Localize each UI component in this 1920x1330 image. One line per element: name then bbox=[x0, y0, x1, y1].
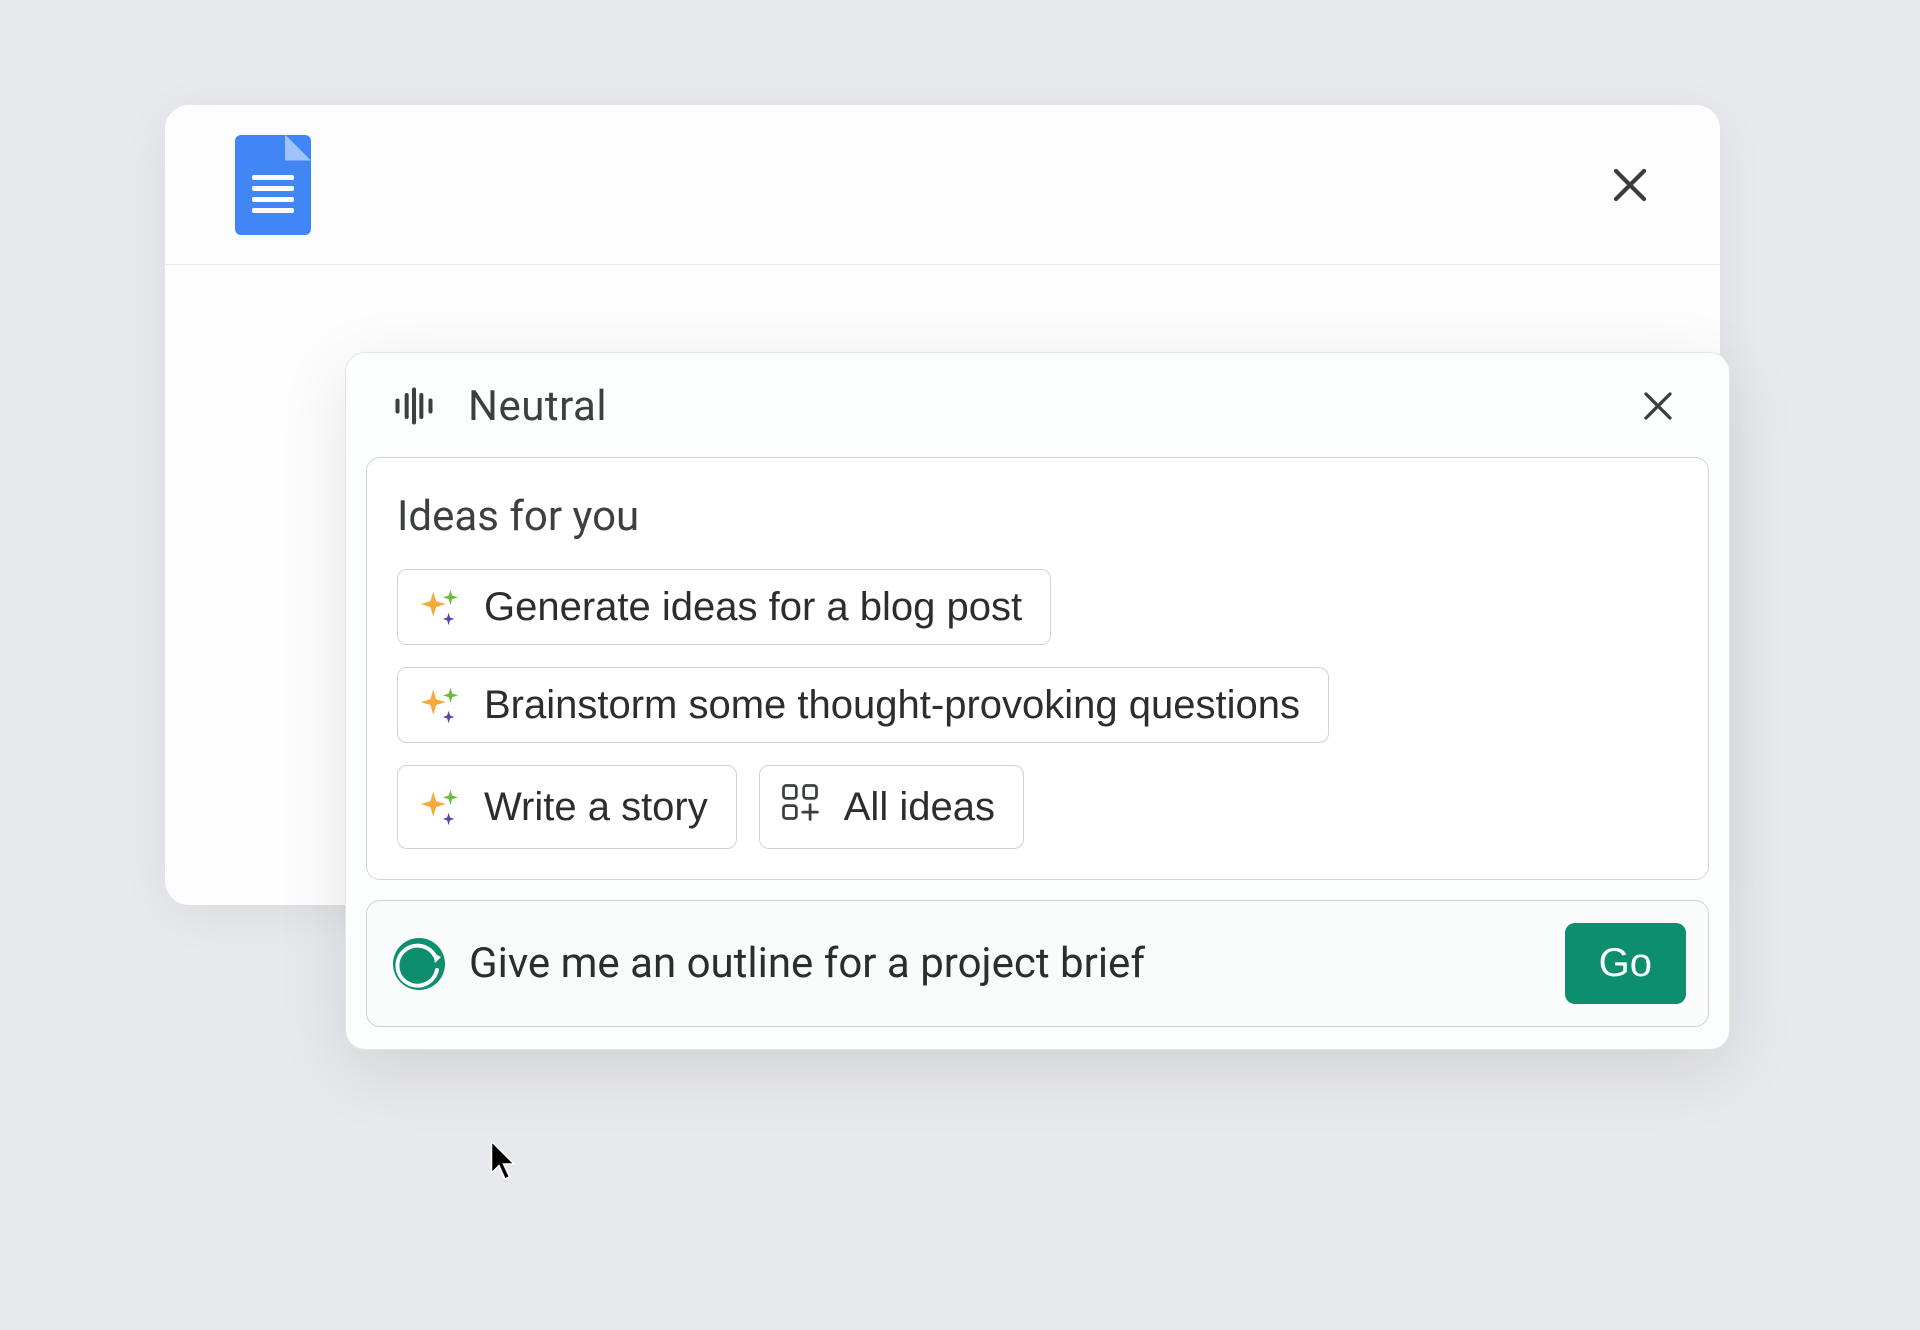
equalizer-icon bbox=[392, 384, 436, 428]
panel-header: Neutral bbox=[346, 353, 1729, 453]
idea-chip-label: Write a story bbox=[484, 785, 708, 830]
sparkle-icon bbox=[416, 784, 462, 830]
tone-selector[interactable]: Neutral bbox=[392, 382, 607, 431]
prompt-input-bar: Go bbox=[366, 900, 1709, 1027]
grammarly-badge-icon bbox=[393, 938, 445, 990]
idea-chip-label: All ideas bbox=[844, 785, 995, 830]
ideas-heading: Ideas for you bbox=[397, 492, 1678, 541]
tone-label: Neutral bbox=[468, 382, 607, 431]
idea-chip-label: Brainstorm some thought-provoking questi… bbox=[484, 683, 1300, 728]
ideas-card: Ideas for you Generate ideas for a blog … bbox=[366, 457, 1709, 880]
idea-chip-write-story[interactable]: Write a story bbox=[397, 765, 737, 849]
docs-icon-lines bbox=[252, 175, 294, 213]
assistant-panel: Neutral Ideas for you Generate ideas for… bbox=[345, 352, 1730, 1050]
docs-header bbox=[165, 105, 1720, 265]
close-icon bbox=[1609, 164, 1651, 206]
close-icon bbox=[1640, 388, 1676, 424]
idea-chip-blog-post[interactable]: Generate ideas for a blog post bbox=[397, 569, 1051, 645]
cursor-icon bbox=[490, 1140, 520, 1182]
panel-close-button[interactable] bbox=[1633, 381, 1683, 431]
idea-chips-row: Generate ideas for a blog post Brainstor… bbox=[397, 569, 1678, 849]
sparkle-icon bbox=[416, 584, 462, 630]
idea-chip-label: Generate ideas for a blog post bbox=[484, 585, 1022, 630]
docs-close-button[interactable] bbox=[1600, 155, 1660, 215]
sparkle-icon bbox=[416, 682, 462, 728]
google-docs-icon bbox=[235, 135, 311, 235]
prompt-input[interactable] bbox=[469, 939, 1541, 988]
idea-chip-all-ideas[interactable]: All ideas bbox=[759, 765, 1024, 849]
go-button[interactable]: Go bbox=[1565, 923, 1686, 1004]
idea-chip-brainstorm[interactable]: Brainstorm some thought-provoking questi… bbox=[397, 667, 1329, 743]
grid-plus-icon bbox=[778, 780, 822, 834]
